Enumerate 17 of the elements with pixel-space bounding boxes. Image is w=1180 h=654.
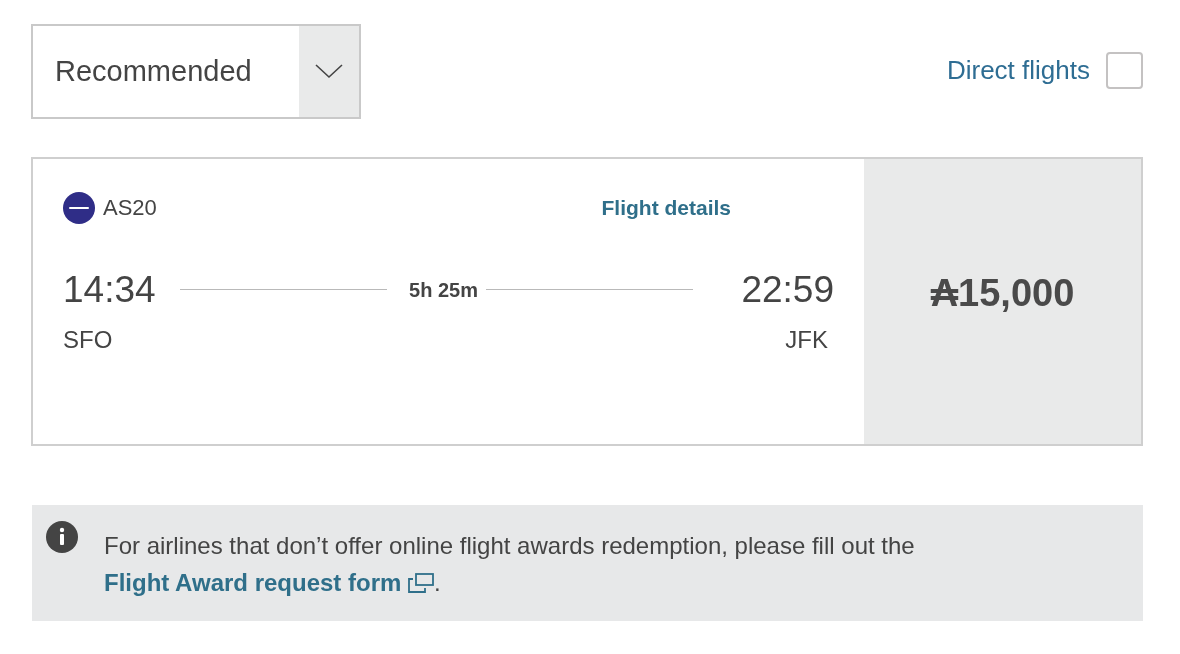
airline-logo-icon bbox=[63, 191, 95, 224]
direct-flights-checkbox[interactable] bbox=[1106, 52, 1143, 89]
arrival-time: 22:59 bbox=[741, 268, 834, 312]
external-window-icon bbox=[408, 573, 435, 593]
price: ₳15,000 bbox=[930, 271, 1075, 316]
notice-text: For airlines that don’t offer online flight awards redemption, please fill out the Flight Award request form . bbox=[104, 531, 916, 598]
flight-details-link[interactable]: Flight details bbox=[601, 191, 731, 224]
sort-dropdown[interactable]: Recommended bbox=[31, 24, 361, 119]
departure-airport: SFO bbox=[63, 324, 113, 355]
chevron-down-icon bbox=[315, 64, 343, 79]
direct-flights-label[interactable]: Direct flights bbox=[946, 51, 1090, 90]
flight-duration: 5h 25m bbox=[409, 277, 478, 303]
request-form-link[interactable]: Flight Award request form bbox=[104, 569, 435, 596]
info-icon bbox=[46, 521, 78, 553]
arrival-airport: JFK bbox=[785, 324, 828, 355]
departure-time: 14:34 bbox=[63, 268, 156, 312]
flight-number: AS20 bbox=[103, 194, 157, 222]
